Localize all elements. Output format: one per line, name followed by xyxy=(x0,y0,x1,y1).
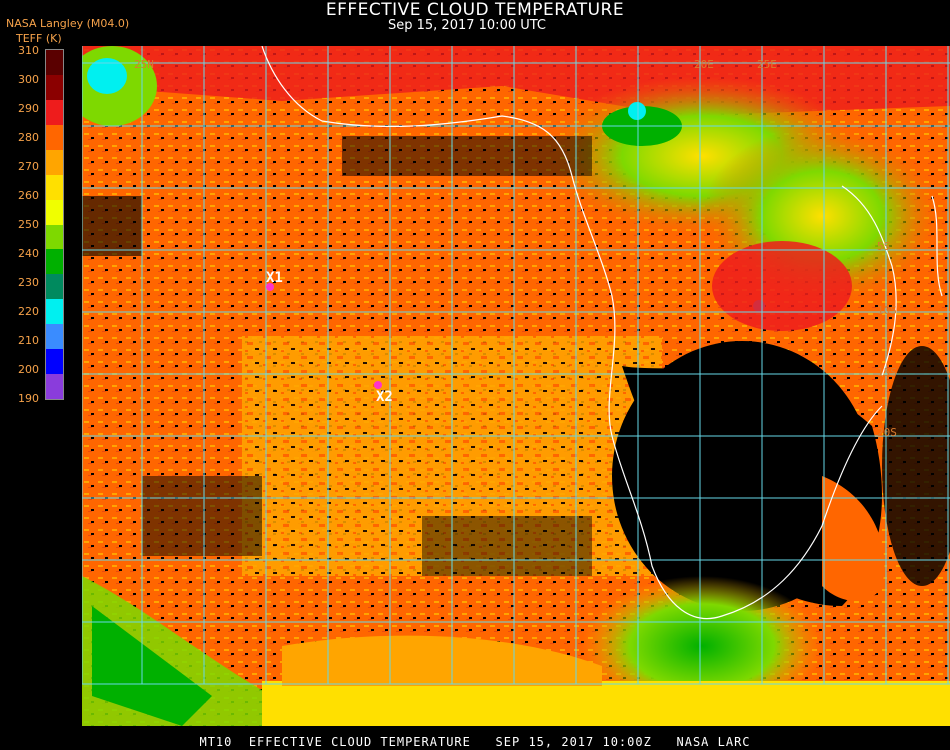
grid-label: 25E xyxy=(757,58,777,71)
footer-caption: MT10 EFFECTIVE CLOUD TEMPERATURE SEP 15,… xyxy=(199,735,751,749)
legend-tick-label: 230 xyxy=(18,276,39,289)
marker-label: X1 xyxy=(266,270,283,286)
clear-sky-band-3 xyxy=(342,136,592,176)
legend-tick-label: 280 xyxy=(18,131,39,144)
legend-swatch xyxy=(46,149,63,176)
clear-sky-west xyxy=(82,196,142,256)
color-legend xyxy=(45,49,64,400)
legend-swatch xyxy=(46,349,63,375)
grid-label: 5S xyxy=(877,240,890,253)
legend-tick-label: 210 xyxy=(18,334,39,347)
legend-swatch xyxy=(46,174,63,201)
grid-label: 20E xyxy=(694,58,714,71)
legend-tick-label: 240 xyxy=(18,247,39,260)
legend-swatch xyxy=(46,274,63,300)
legend-tick-label: 290 xyxy=(18,102,39,115)
marker-dot[interactable] xyxy=(374,381,382,389)
legend-swatch xyxy=(46,224,63,250)
legend-swatch xyxy=(46,199,63,225)
legend-tick-label: 270 xyxy=(18,160,39,173)
legend-swatch xyxy=(46,50,63,76)
grid-label: 15S xyxy=(877,366,897,379)
legend-tick-label: 260 xyxy=(18,189,39,202)
page-title: EFFECTIVE CLOUD TEMPERATURE xyxy=(325,0,625,20)
legend-tick-label: 250 xyxy=(18,218,39,231)
cloud-temperature-map: 25N 20E 25E 5S 10S 15S 20S xyxy=(82,46,950,726)
legend-tick-label: 310 xyxy=(18,44,39,57)
legend-swatch xyxy=(46,124,63,151)
legend-swatch xyxy=(46,249,63,275)
grid-label: 10S xyxy=(877,304,897,317)
legend-swatch xyxy=(46,74,63,101)
legend-tick-label: 300 xyxy=(18,73,39,86)
producer-label: NASA Langley (M04.0) xyxy=(6,17,130,30)
legend-swatch xyxy=(46,99,63,126)
grid-label: 20S xyxy=(877,426,897,439)
clear-sky-band-2 xyxy=(422,516,592,576)
legend-swatch xyxy=(46,374,63,400)
marker-label: X2 xyxy=(376,389,393,405)
cloud-region-south-yellow xyxy=(262,681,950,726)
legend-tick-label: 200 xyxy=(18,363,39,376)
clear-sky-band-1 xyxy=(142,476,262,556)
legend-swatch xyxy=(46,324,63,350)
grid-label: 25N xyxy=(134,58,154,71)
page-subtitle: Sep 15, 2017 10:00 UTC xyxy=(387,18,547,33)
legend-tick-label: 190 xyxy=(18,392,39,405)
legend-tick-label: 220 xyxy=(18,305,39,318)
cloud-region-east-red xyxy=(712,241,852,331)
cloud-cell-cyan xyxy=(628,102,646,120)
legend-swatch xyxy=(46,299,63,325)
